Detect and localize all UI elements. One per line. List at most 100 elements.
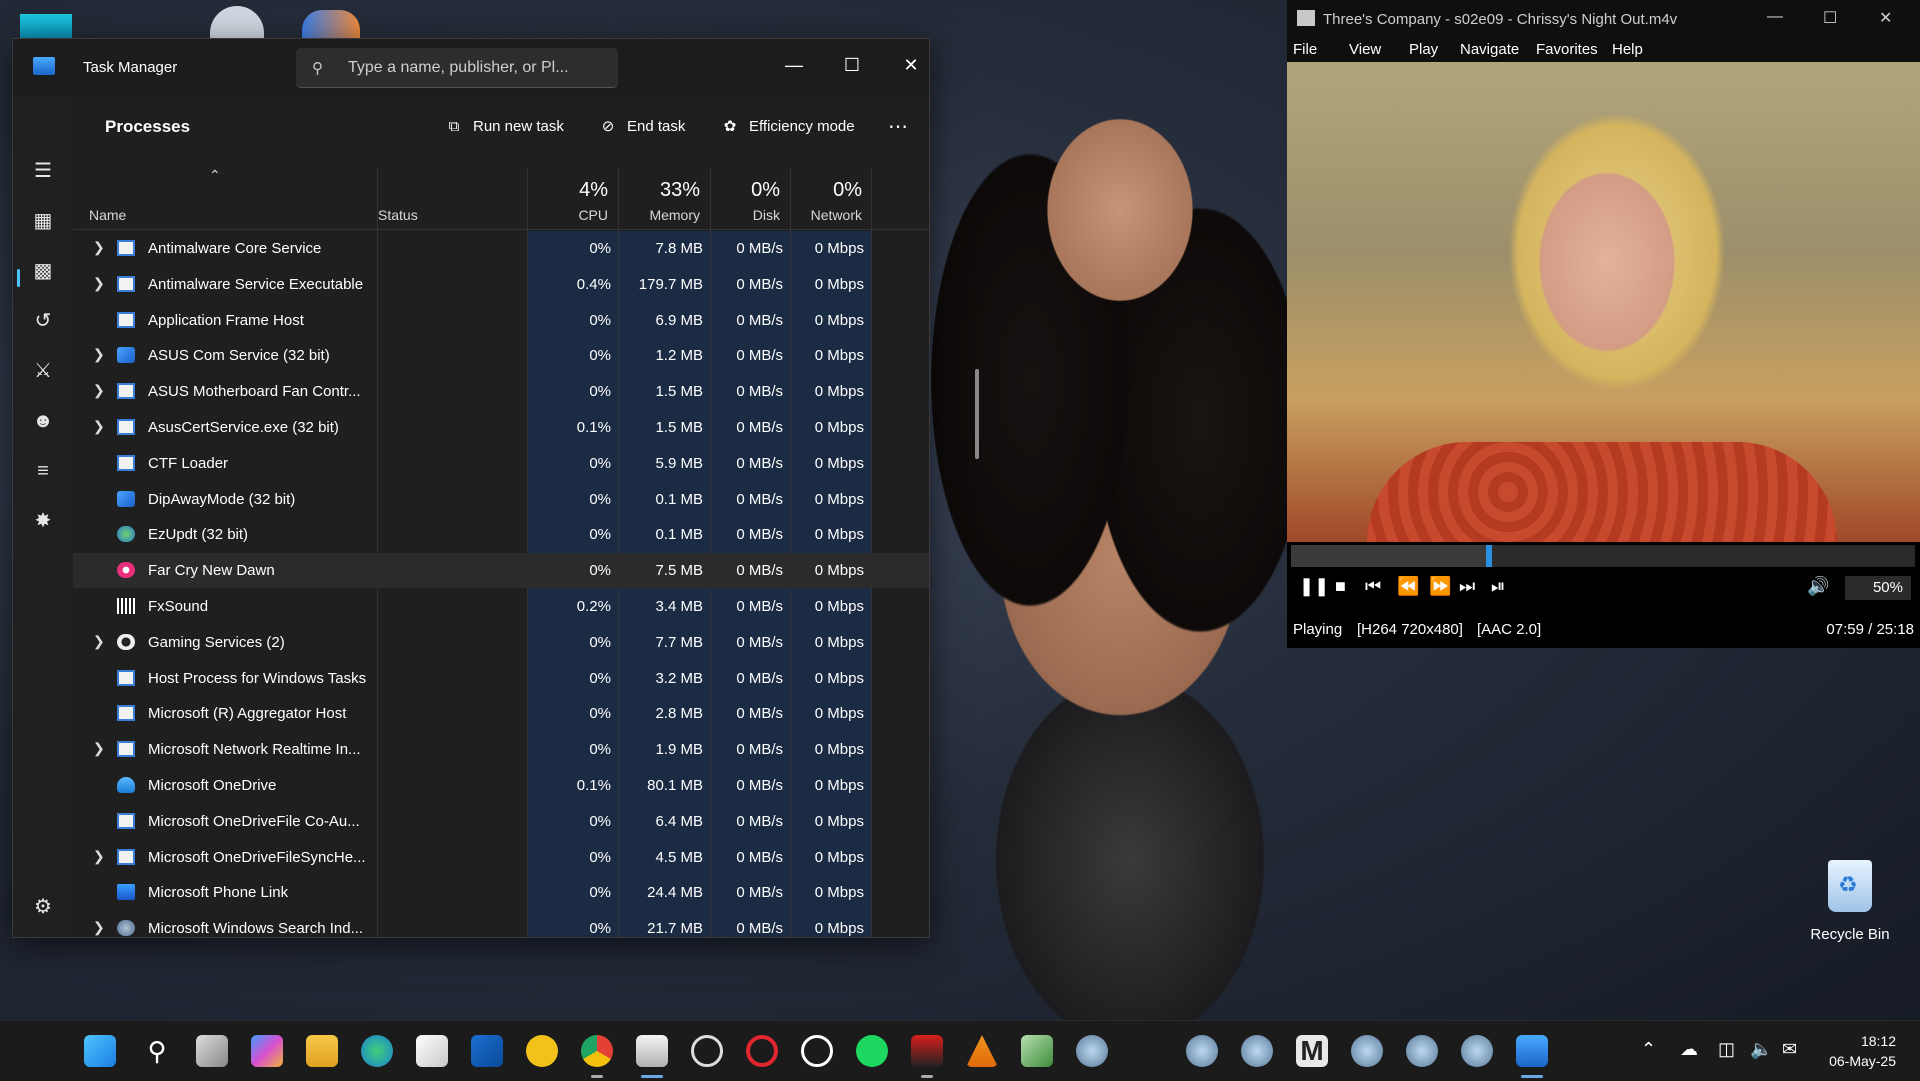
globe-taskbar-icon-3[interactable] bbox=[1241, 1035, 1273, 1067]
volume-level[interactable]: 50% bbox=[1845, 576, 1911, 600]
globe-taskbar-icon-2[interactable] bbox=[1186, 1035, 1218, 1067]
name-column-header[interactable]: ⌃ Name bbox=[73, 167, 363, 229]
process-row[interactable]: ❯ Microsoft Windows Search Ind... 0% 21.7 M… bbox=[73, 911, 929, 946]
process-row[interactable]: ❯ Microsoft Network Realtime In... 0% 1.9 M… bbox=[73, 732, 929, 767]
status-column-header[interactable]: Status bbox=[378, 167, 528, 229]
globe-taskbar-icon-5[interactable] bbox=[1406, 1035, 1438, 1067]
rewind-icon[interactable]: ⏪ bbox=[1397, 576, 1419, 597]
process-row[interactable]: Application Frame Host 0% 6.9 MB 0 MB/s 0 Mb… bbox=[73, 303, 929, 338]
notification-icon[interactable]: ✉ bbox=[1782, 1039, 1797, 1060]
desktop-icon-avatar[interactable] bbox=[210, 6, 264, 38]
speaker-icon[interactable]: 🔈 bbox=[1750, 1039, 1772, 1060]
details-icon[interactable]: ≡ bbox=[29, 457, 57, 485]
settings-icon[interactable]: ⚙ bbox=[29, 893, 57, 921]
process-row[interactable]: Microsoft (R) Aggregator Host 0% 2.8 MB 0 M… bbox=[73, 696, 929, 731]
processes-icon[interactable]: ▦ bbox=[29, 207, 57, 235]
expand-chevron-icon[interactable]: ❯ bbox=[93, 919, 107, 936]
clapperboard-taskbar-icon[interactable] bbox=[636, 1035, 668, 1067]
expand-chevron-icon[interactable]: ❯ bbox=[93, 239, 107, 256]
process-row[interactable]: ❯ ASUS Motherboard Fan Contr... 0% 1.5 MB 0 … bbox=[73, 374, 929, 409]
menu-view[interactable]: View bbox=[1349, 41, 1381, 58]
end-task-button[interactable]: ⊘ End task bbox=[597, 111, 686, 143]
stop-icon[interactable]: ■ bbox=[1335, 576, 1346, 597]
frame-step-icon[interactable]: ⏯ bbox=[1491, 576, 1505, 597]
process-row[interactable]: EzUpdt (32 bit) 0% 0.1 MB 0 MB/s 0 Mbps bbox=[73, 517, 929, 552]
globe-taskbar-icon-6[interactable] bbox=[1461, 1035, 1493, 1067]
close-button[interactable]: ✕ bbox=[888, 45, 934, 85]
expand-chevron-icon[interactable]: ❯ bbox=[93, 418, 107, 435]
process-row[interactable]: DipAwayMode (32 bit) 0% 0.1 MB 0 MB/s 0 Mbps bbox=[73, 482, 929, 517]
outlook-icon[interactable] bbox=[471, 1035, 503, 1067]
vlc-icon[interactable] bbox=[966, 1035, 998, 1067]
services-icon[interactable]: ✸ bbox=[29, 507, 57, 535]
expand-chevron-icon[interactable]: ❯ bbox=[93, 346, 107, 363]
edge-icon[interactable] bbox=[361, 1035, 393, 1067]
process-row[interactable]: Microsoft OneDriveFile Co-Au... 0% 6.4 MB 0… bbox=[73, 804, 929, 839]
scrollbar-thumb[interactable] bbox=[975, 369, 979, 459]
efficiency-mode-button[interactable]: ✿ Efficiency mode bbox=[719, 111, 855, 143]
minimize-button[interactable]: — bbox=[771, 45, 817, 85]
process-row[interactable]: ❯ Microsoft OneDriveFileSyncHe... 0% 4.5 MB… bbox=[73, 840, 929, 875]
expand-chevron-icon[interactable]: ❯ bbox=[93, 740, 107, 757]
globe-taskbar-icon-4[interactable] bbox=[1351, 1035, 1383, 1067]
disk-column-header[interactable]: 0% Disk bbox=[710, 167, 790, 229]
network-icon[interactable]: ◫ bbox=[1718, 1039, 1735, 1060]
process-row[interactable]: Microsoft Phone Link 0% 24.4 MB 0 MB/s 0 Mbp… bbox=[73, 875, 929, 910]
process-row[interactable]: ❯ Antimalware Core Service 0% 7.8 MB 0 MB/s 0… bbox=[73, 231, 929, 266]
search-taskbar-icon[interactable]: ⚲ bbox=[141, 1035, 173, 1067]
steam-icon[interactable] bbox=[801, 1035, 833, 1067]
desktop-icon-butterfly[interactable] bbox=[302, 10, 360, 38]
seek-handle[interactable] bbox=[1486, 545, 1493, 567]
process-row[interactable]: ❯ ASUS Com Service (32 bit) 0% 1.2 MB 0 MB/s… bbox=[73, 338, 929, 373]
menu-favorites[interactable]: Favorites bbox=[1536, 41, 1598, 58]
desktop-icon-monitor[interactable] bbox=[20, 14, 72, 38]
file-explorer-icon[interactable] bbox=[306, 1035, 338, 1067]
users-icon[interactable]: ☻ bbox=[29, 407, 57, 435]
cpu-column-header[interactable]: 4% CPU bbox=[528, 167, 618, 229]
process-row[interactable]: CTF Loader 0% 5.9 MB 0 MB/s 0 Mbps bbox=[73, 446, 929, 481]
menu-file[interactable]: File bbox=[1293, 41, 1317, 58]
file-tool-icon[interactable] bbox=[1021, 1035, 1053, 1067]
hamburger-menu-icon[interactable]: ☰ bbox=[29, 157, 57, 185]
seek-bar[interactable] bbox=[1291, 545, 1915, 567]
player-minimize-button[interactable]: — bbox=[1767, 8, 1783, 26]
spotify-icon[interactable] bbox=[856, 1035, 888, 1067]
microsoft-store-icon[interactable] bbox=[416, 1035, 448, 1067]
media-player-icon[interactable] bbox=[691, 1035, 723, 1067]
menu-navigate[interactable]: Navigate bbox=[1460, 41, 1519, 58]
search-input[interactable] bbox=[346, 56, 610, 80]
pause-icon[interactable]: ❚❚ bbox=[1299, 576, 1329, 597]
run-new-task-button[interactable]: ⧉ Run new task bbox=[443, 111, 564, 143]
m-app-icon[interactable]: M bbox=[1296, 1035, 1328, 1067]
app-history-icon[interactable]: ↺ bbox=[29, 307, 57, 335]
fast-forward-icon[interactable]: ⏩ bbox=[1429, 576, 1451, 597]
process-row[interactable]: Microsoft OneDrive 0.1% 80.1 MB 0 MB/s 0 Mbp… bbox=[73, 768, 929, 803]
startup-apps-icon[interactable]: ⚔ bbox=[29, 357, 57, 385]
search-box[interactable]: ⚲ bbox=[296, 48, 618, 88]
video-frame[interactable] bbox=[1287, 62, 1920, 542]
process-row[interactable]: Host Process for Windows Tasks 0% 3.2 MB 0 … bbox=[73, 661, 929, 696]
globe-taskbar-icon[interactable] bbox=[1076, 1035, 1108, 1067]
process-row[interactable]: ❯ AsusCertService.exe (32 bit) 0.1% 1.5 MB 0… bbox=[73, 410, 929, 445]
performance-icon[interactable]: ▩ bbox=[29, 257, 57, 285]
process-row[interactable]: Far Cry New Dawn 0% 7.5 MB 0 MB/s 0 Mbps bbox=[73, 553, 929, 589]
onedrive-cloud-icon[interactable]: ☁ bbox=[1680, 1039, 1698, 1060]
expand-chevron-icon[interactable]: ❯ bbox=[93, 633, 107, 650]
player-close-button[interactable]: ✕ bbox=[1879, 8, 1892, 28]
chrome-icon[interactable] bbox=[581, 1035, 613, 1067]
maximize-button[interactable]: ☐ bbox=[829, 45, 875, 85]
start-icon[interactable] bbox=[84, 1035, 116, 1067]
more-options-icon[interactable]: ⋯ bbox=[888, 111, 908, 143]
expand-chevron-icon[interactable]: ❯ bbox=[93, 848, 107, 865]
recycle-bin[interactable]: ♻ Recycle Bin bbox=[1800, 860, 1900, 950]
memory-column-header[interactable]: 33% Memory bbox=[618, 167, 710, 229]
taskbar-clock[interactable]: 18:12 06-May-25 bbox=[1829, 1031, 1896, 1071]
task-view-icon[interactable] bbox=[196, 1035, 228, 1067]
copilot-icon[interactable] bbox=[251, 1035, 283, 1067]
process-row[interactable]: ❯ Gaming Services (2) 0% 7.7 MB 0 MB/s 0 Mbps bbox=[73, 625, 929, 660]
next-icon[interactable]: ⏭ bbox=[1459, 576, 1475, 597]
player-maximize-button[interactable]: ☐ bbox=[1823, 8, 1837, 28]
previous-icon[interactable]: ⏮ bbox=[1365, 576, 1381, 597]
warning-app-icon[interactable] bbox=[526, 1035, 558, 1067]
opera-icon[interactable] bbox=[746, 1035, 778, 1067]
